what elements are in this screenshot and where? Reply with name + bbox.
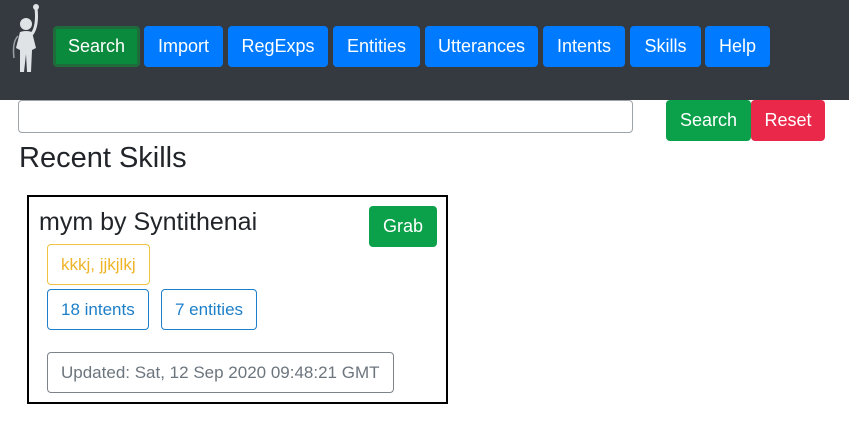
skill-tags-badge[interactable]: kkkj, jjkjlkj bbox=[47, 244, 150, 285]
person-with-microphone-icon bbox=[12, 4, 39, 72]
skill-intents-badge[interactable]: 18 intents bbox=[47, 289, 149, 330]
nav-utterances-button[interactable]: Utterances bbox=[425, 26, 538, 67]
nav-entities-button[interactable]: Entities bbox=[333, 26, 420, 67]
skill-entities-badge[interactable]: 7 entities bbox=[161, 289, 258, 330]
grab-button[interactable]: Grab bbox=[369, 206, 437, 247]
nav-import-button[interactable]: Import bbox=[144, 26, 223, 67]
navbar: Search Import RegExps Entities Utterance… bbox=[0, 0, 849, 100]
reset-button[interactable]: Reset bbox=[751, 100, 825, 141]
page-title: Recent Skills bbox=[19, 142, 187, 174]
nav-skills-button[interactable]: Skills bbox=[630, 26, 701, 67]
nav-intents-button[interactable]: Intents bbox=[543, 26, 625, 67]
skill-title: mym by Syntithenai bbox=[39, 208, 258, 236]
nav-help-button[interactable]: Help bbox=[705, 26, 770, 67]
search-button[interactable]: Search bbox=[666, 100, 751, 141]
skill-updated-badge: Updated: Sat, 12 Sep 2020 09:48:21 GMT bbox=[47, 352, 394, 393]
skill-card: mym by Syntithenai Grab kkkj, jjkjlkj 18… bbox=[27, 195, 448, 404]
nav-regexps-button[interactable]: RegExps bbox=[228, 26, 328, 67]
nav-search-button[interactable]: Search bbox=[53, 26, 140, 67]
search-input[interactable] bbox=[18, 100, 633, 133]
